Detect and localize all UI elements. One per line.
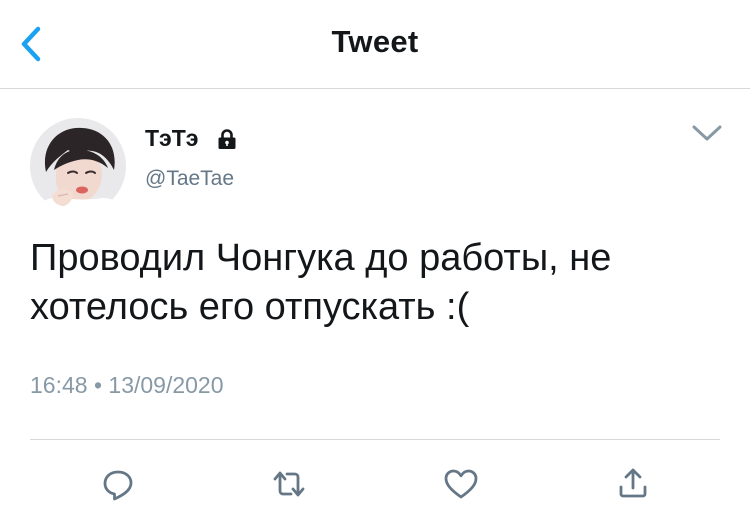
divider <box>30 439 720 440</box>
heart-icon <box>444 469 478 499</box>
chevron-down-icon <box>692 125 722 141</box>
retweet-button[interactable] <box>271 466 307 502</box>
tweet-text-line: Проводил Чонгука до работы, не <box>30 237 612 279</box>
retweet-icon <box>273 471 305 497</box>
tweet-timestamp: 16:48 • 13/09/2020 <box>30 372 224 399</box>
avatar[interactable] <box>30 118 126 214</box>
reply-button[interactable] <box>100 466 136 502</box>
reply-icon <box>103 470 133 501</box>
like-button[interactable] <box>443 466 479 502</box>
more-options-button[interactable] <box>690 120 724 146</box>
tweet-text-line: хотелось его отпускать :( <box>30 286 470 328</box>
header-bar: Tweet <box>0 0 750 89</box>
tweet-time: 16:48 <box>30 372 88 398</box>
avatar-image <box>30 118 126 214</box>
author-handle[interactable]: @TaeTae <box>145 167 234 191</box>
meta-separator: • <box>93 372 103 398</box>
share-icon <box>619 468 647 498</box>
tweet-detail-screen: Tweet ТэТэ @TaeTae Проводил Чонгука до р… <box>0 0 750 518</box>
share-button[interactable] <box>615 466 651 502</box>
tweet-text: Проводил Чонгука до работы, не хотелось … <box>30 234 720 332</box>
tweet-date: 13/09/2020 <box>108 372 224 398</box>
author-display-name[interactable]: ТэТэ <box>145 125 199 152</box>
page-title: Tweet <box>331 24 419 59</box>
lock-icon <box>218 129 236 149</box>
